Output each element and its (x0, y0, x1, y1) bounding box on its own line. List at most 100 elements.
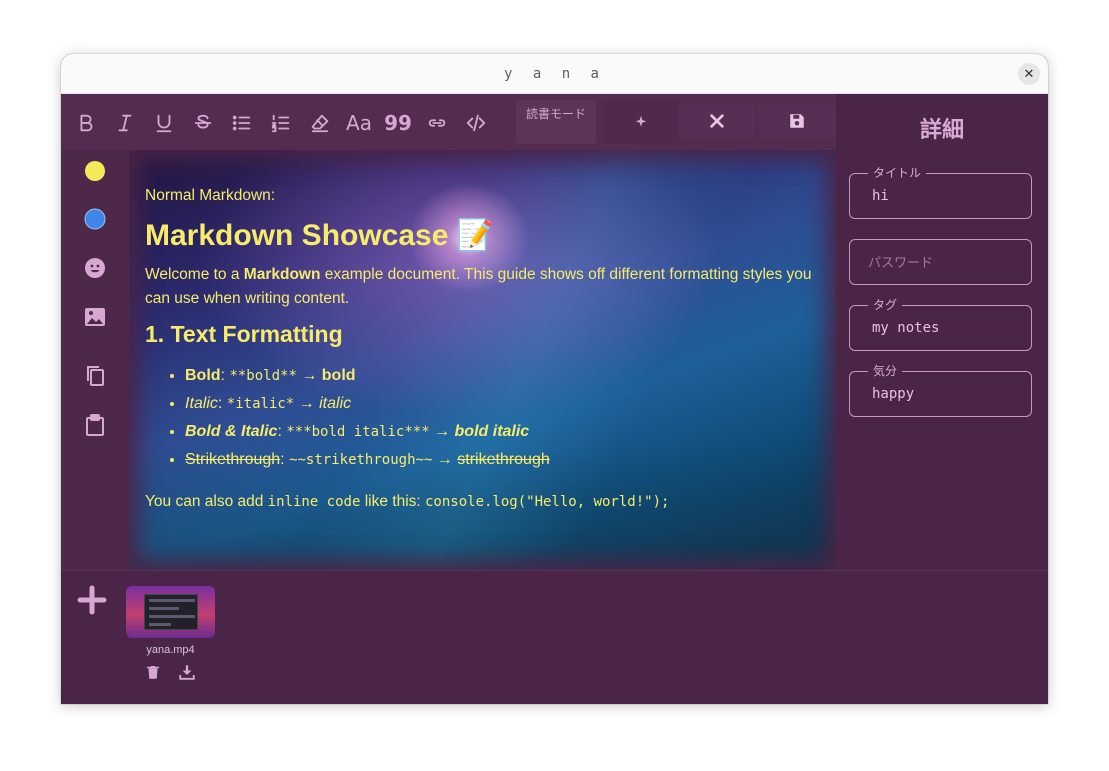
memo-emoji: 📝 (456, 219, 495, 252)
attachments-bar: yana.mp4 (61, 570, 1048, 704)
strikethrough-button[interactable] (188, 108, 218, 138)
welcome-bold: Markdown (243, 266, 321, 283)
document-heading: Markdown Showcase 📝 (145, 218, 815, 253)
markdown-editor[interactable]: Normal Markdown: Markdown Showcase 📝 Wel… (129, 150, 836, 570)
list-item-label: Strikethrough (185, 451, 281, 468)
heading-button[interactable]: Aa (344, 108, 374, 138)
inline-code-example: console.log("Hello, world!"); (425, 494, 670, 510)
app-body: Aa 99 読書モード Normal Markdown: Markdown Sh… (61, 94, 1048, 704)
mood-field[interactable]: 気分 happy (849, 362, 1032, 417)
mood-field-value: happy (872, 386, 915, 402)
code-button[interactable] (461, 108, 491, 138)
window-close-button[interactable]: ✕ (1018, 63, 1040, 85)
quote-button[interactable]: 99 (383, 108, 413, 138)
window-title: y a n a (503, 65, 605, 82)
list-item: Bold & Italic: ***bold italic*** → bold … (185, 418, 815, 446)
close-icon: ✕ (1023, 66, 1035, 82)
formatting-list: Bold: **bold** → bold Italic: *italic* →… (185, 362, 815, 474)
list-item-code: ***bold italic*** (286, 424, 430, 440)
clear-format-button[interactable] (305, 108, 335, 138)
image-icon (85, 308, 105, 326)
tag-field-label: タグ (868, 296, 903, 313)
yellow-color-button[interactable] (82, 158, 108, 184)
editor-content: Normal Markdown: Markdown Showcase 📝 Wel… (145, 184, 815, 514)
read-mode-label: 読書モード (525, 107, 586, 121)
inline-pre: You can also add (145, 493, 268, 510)
close-note-button[interactable] (679, 104, 755, 138)
list-item-code: **bold** (229, 368, 297, 384)
copy-button[interactable] (82, 363, 108, 389)
list-item-result: italic (319, 395, 352, 412)
blue-color-button[interactable] (82, 206, 108, 232)
blue-circle-icon (84, 208, 106, 230)
inline-code: inline code (267, 494, 361, 510)
welcome-pre: Welcome to a (145, 266, 244, 283)
attachment-thumbnail[interactable] (126, 586, 215, 638)
code-icon (466, 114, 486, 132)
title-field[interactable]: タイトル hi (849, 164, 1032, 219)
save-icon (790, 114, 804, 128)
yellow-circle-icon (85, 161, 105, 181)
bold-button[interactable] (71, 108, 101, 138)
list-item-sep: : (277, 423, 287, 440)
section-heading: 1. Text Formatting (145, 321, 343, 347)
clipboard-icon (86, 414, 104, 436)
password-field[interactable]: パスワード (849, 239, 1032, 285)
list-item-result: bold italic (454, 423, 530, 440)
bullet-list-button[interactable] (227, 108, 257, 138)
list-item-arrow: → (296, 367, 322, 384)
details-title: 詳細 (919, 118, 964, 143)
emoji-button[interactable] (82, 255, 108, 281)
list-item-result: bold (321, 367, 356, 384)
heading-label: Aa (346, 111, 372, 135)
link-icon (428, 119, 446, 127)
save-button[interactable] (759, 104, 835, 138)
delete-attachment-button[interactable] (144, 663, 162, 681)
tag-field-value: my notes (872, 320, 940, 336)
bullet-list-icon (232, 115, 251, 131)
list-item-label: Bold & Italic (185, 423, 278, 440)
welcome-paragraph: Welcome to a Markdown example document. … (145, 263, 815, 311)
list-item-result: strikethrough (457, 451, 550, 468)
list-item-label: Italic (185, 395, 218, 412)
title-field-label: タイトル (868, 164, 927, 181)
plus-icon (77, 585, 107, 615)
numbered-list-button[interactable] (266, 108, 296, 138)
underline-button[interactable] (149, 108, 179, 138)
bold-icon (80, 114, 93, 132)
read-mode-button[interactable]: 読書モード (516, 100, 596, 144)
intro-text: Normal Markdown: (145, 187, 276, 204)
app-window: y a n a ✕ Aa 99 読書モード Normal Markdown: M… (61, 54, 1048, 704)
title-field-value: hi (872, 188, 889, 204)
paste-button[interactable] (82, 412, 108, 438)
editor-sidebar (61, 150, 129, 570)
numbered-list-icon (271, 114, 290, 133)
download-attachment-button[interactable] (178, 663, 196, 681)
close-icon (710, 114, 724, 128)
list-item-label: Bold (185, 367, 221, 384)
list-item-code: ~~strikethrough~~ (289, 452, 433, 468)
list-item-arrow: → (429, 423, 455, 440)
list-item-sep: : (280, 451, 290, 468)
quote-label: 99 (384, 111, 412, 135)
formatting-toolbar: Aa 99 読書モード (61, 94, 836, 150)
attachment-name: yana.mp4 (146, 644, 195, 656)
link-button[interactable] (422, 108, 452, 138)
inline-code-paragraph: You can also add inline code like this: … (145, 490, 815, 514)
inline-mid: like this: (360, 493, 425, 510)
emoji-icon (85, 258, 105, 278)
italic-icon (118, 114, 132, 132)
add-attachment-button[interactable] (75, 583, 109, 617)
list-item-arrow: → (432, 451, 458, 468)
image-button[interactable] (82, 304, 108, 330)
clear-format-icon (311, 114, 329, 133)
italic-button[interactable] (110, 108, 140, 138)
list-item: Strikethrough: ~~strikethrough~~ → strik… (185, 446, 815, 474)
ai-assist-button[interactable] (603, 100, 679, 144)
copy-icon (87, 366, 104, 386)
password-placeholder: パスワード (868, 256, 934, 271)
tag-field[interactable]: タグ my notes (849, 296, 1032, 351)
list-item: Bold: **bold** → bold (185, 362, 815, 390)
list-item: Italic: *italic* → italic (185, 390, 815, 418)
download-icon (179, 665, 195, 680)
